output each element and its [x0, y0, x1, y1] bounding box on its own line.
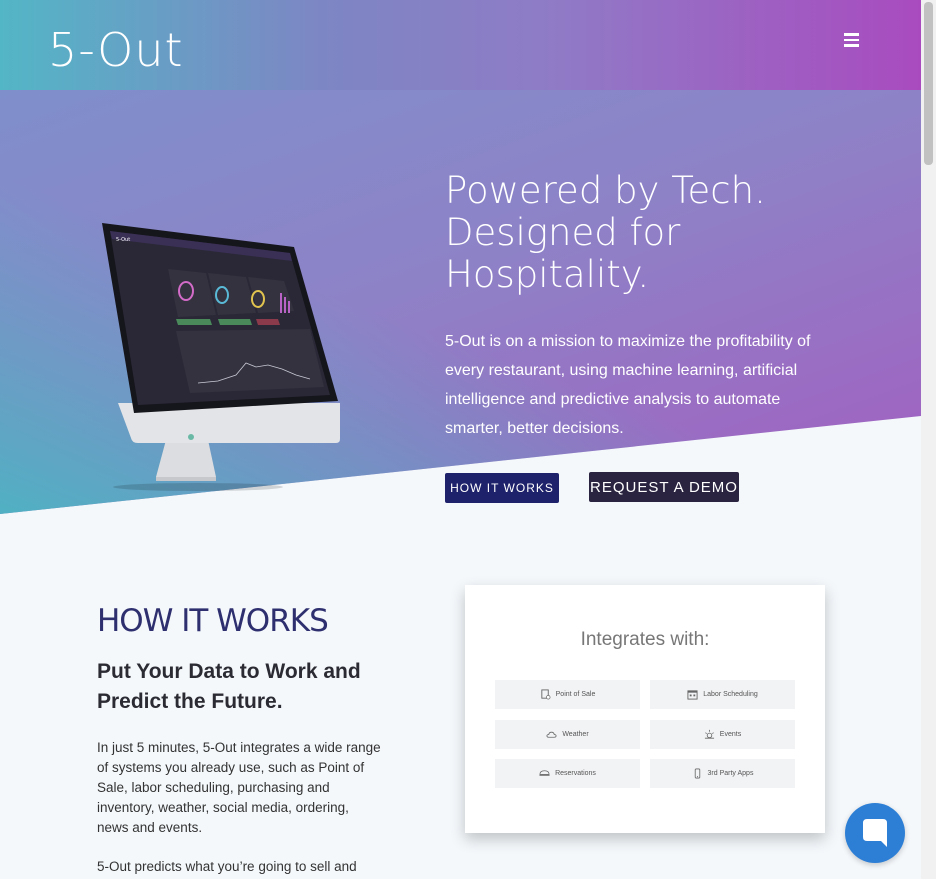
svg-text:5-Out: 5-Out [116, 237, 130, 243]
integration-events[interactable]: Events [650, 720, 795, 749]
hamburger-menu-icon[interactable] [840, 30, 862, 50]
how-it-works-heading: HOW IT WORKS [97, 603, 329, 639]
integrations-card: Integrates with: Point of Sale Labor Sch… [465, 585, 825, 833]
cloud-icon [546, 731, 557, 738]
integration-weather[interactable]: Weather [495, 720, 640, 749]
pos-icon [541, 689, 551, 700]
how-it-works-paragraph-2: 5-Out predicts what you’re going to sell… [97, 859, 357, 874]
event-icon [704, 729, 714, 739]
dashboard-monitor-illustration: 5-Out [102, 223, 340, 491]
request-demo-button[interactable]: REQUEST A DEMO [589, 472, 739, 502]
phone-icon [694, 768, 700, 779]
chat-launcher-button[interactable] [845, 803, 905, 863]
hero-description: 5-Out is on a mission to maximize the pr… [445, 333, 811, 437]
integration-label: 3rd Party Apps [707, 770, 754, 777]
page: 5-Out 5-Out Powered by Tech. Designed fo… [0, 0, 921, 879]
reservation-icon [539, 770, 550, 776]
integration-label: Labor Scheduling [703, 691, 758, 698]
how-it-works-button[interactable]: HOW IT WORKS [445, 473, 559, 503]
hero-title: Powered by Tech. Designed for Hospitalit… [445, 169, 766, 296]
integration-3rd-party-apps[interactable]: 3rd Party Apps [650, 759, 795, 788]
integration-label: Point of Sale [555, 691, 596, 698]
integrations-title: Integrates with: [580, 629, 710, 650]
integration-point-of-sale[interactable]: Point of Sale [495, 680, 640, 709]
how-it-works-subtitle: Put Your Data to Work and Predict the Fu… [97, 660, 361, 713]
site-header: 5-Out [0, 0, 921, 90]
integration-label: Weather [562, 731, 589, 738]
integration-label: Reservations [555, 770, 596, 777]
vertical-scrollbar[interactable] [921, 0, 936, 879]
integration-labor-scheduling[interactable]: Labor Scheduling [650, 680, 795, 709]
integration-label: Events [719, 731, 742, 738]
calendar-icon [687, 690, 698, 700]
chat-bubble-icon [863, 819, 887, 847]
scrollbar-thumb[interactable] [924, 2, 933, 165]
integration-reservations[interactable]: Reservations [495, 759, 640, 788]
logo[interactable]: 5-Out [48, 22, 184, 78]
how-it-works-paragraph: In just 5 minutes, 5-Out integrates a wi… [97, 740, 381, 835]
